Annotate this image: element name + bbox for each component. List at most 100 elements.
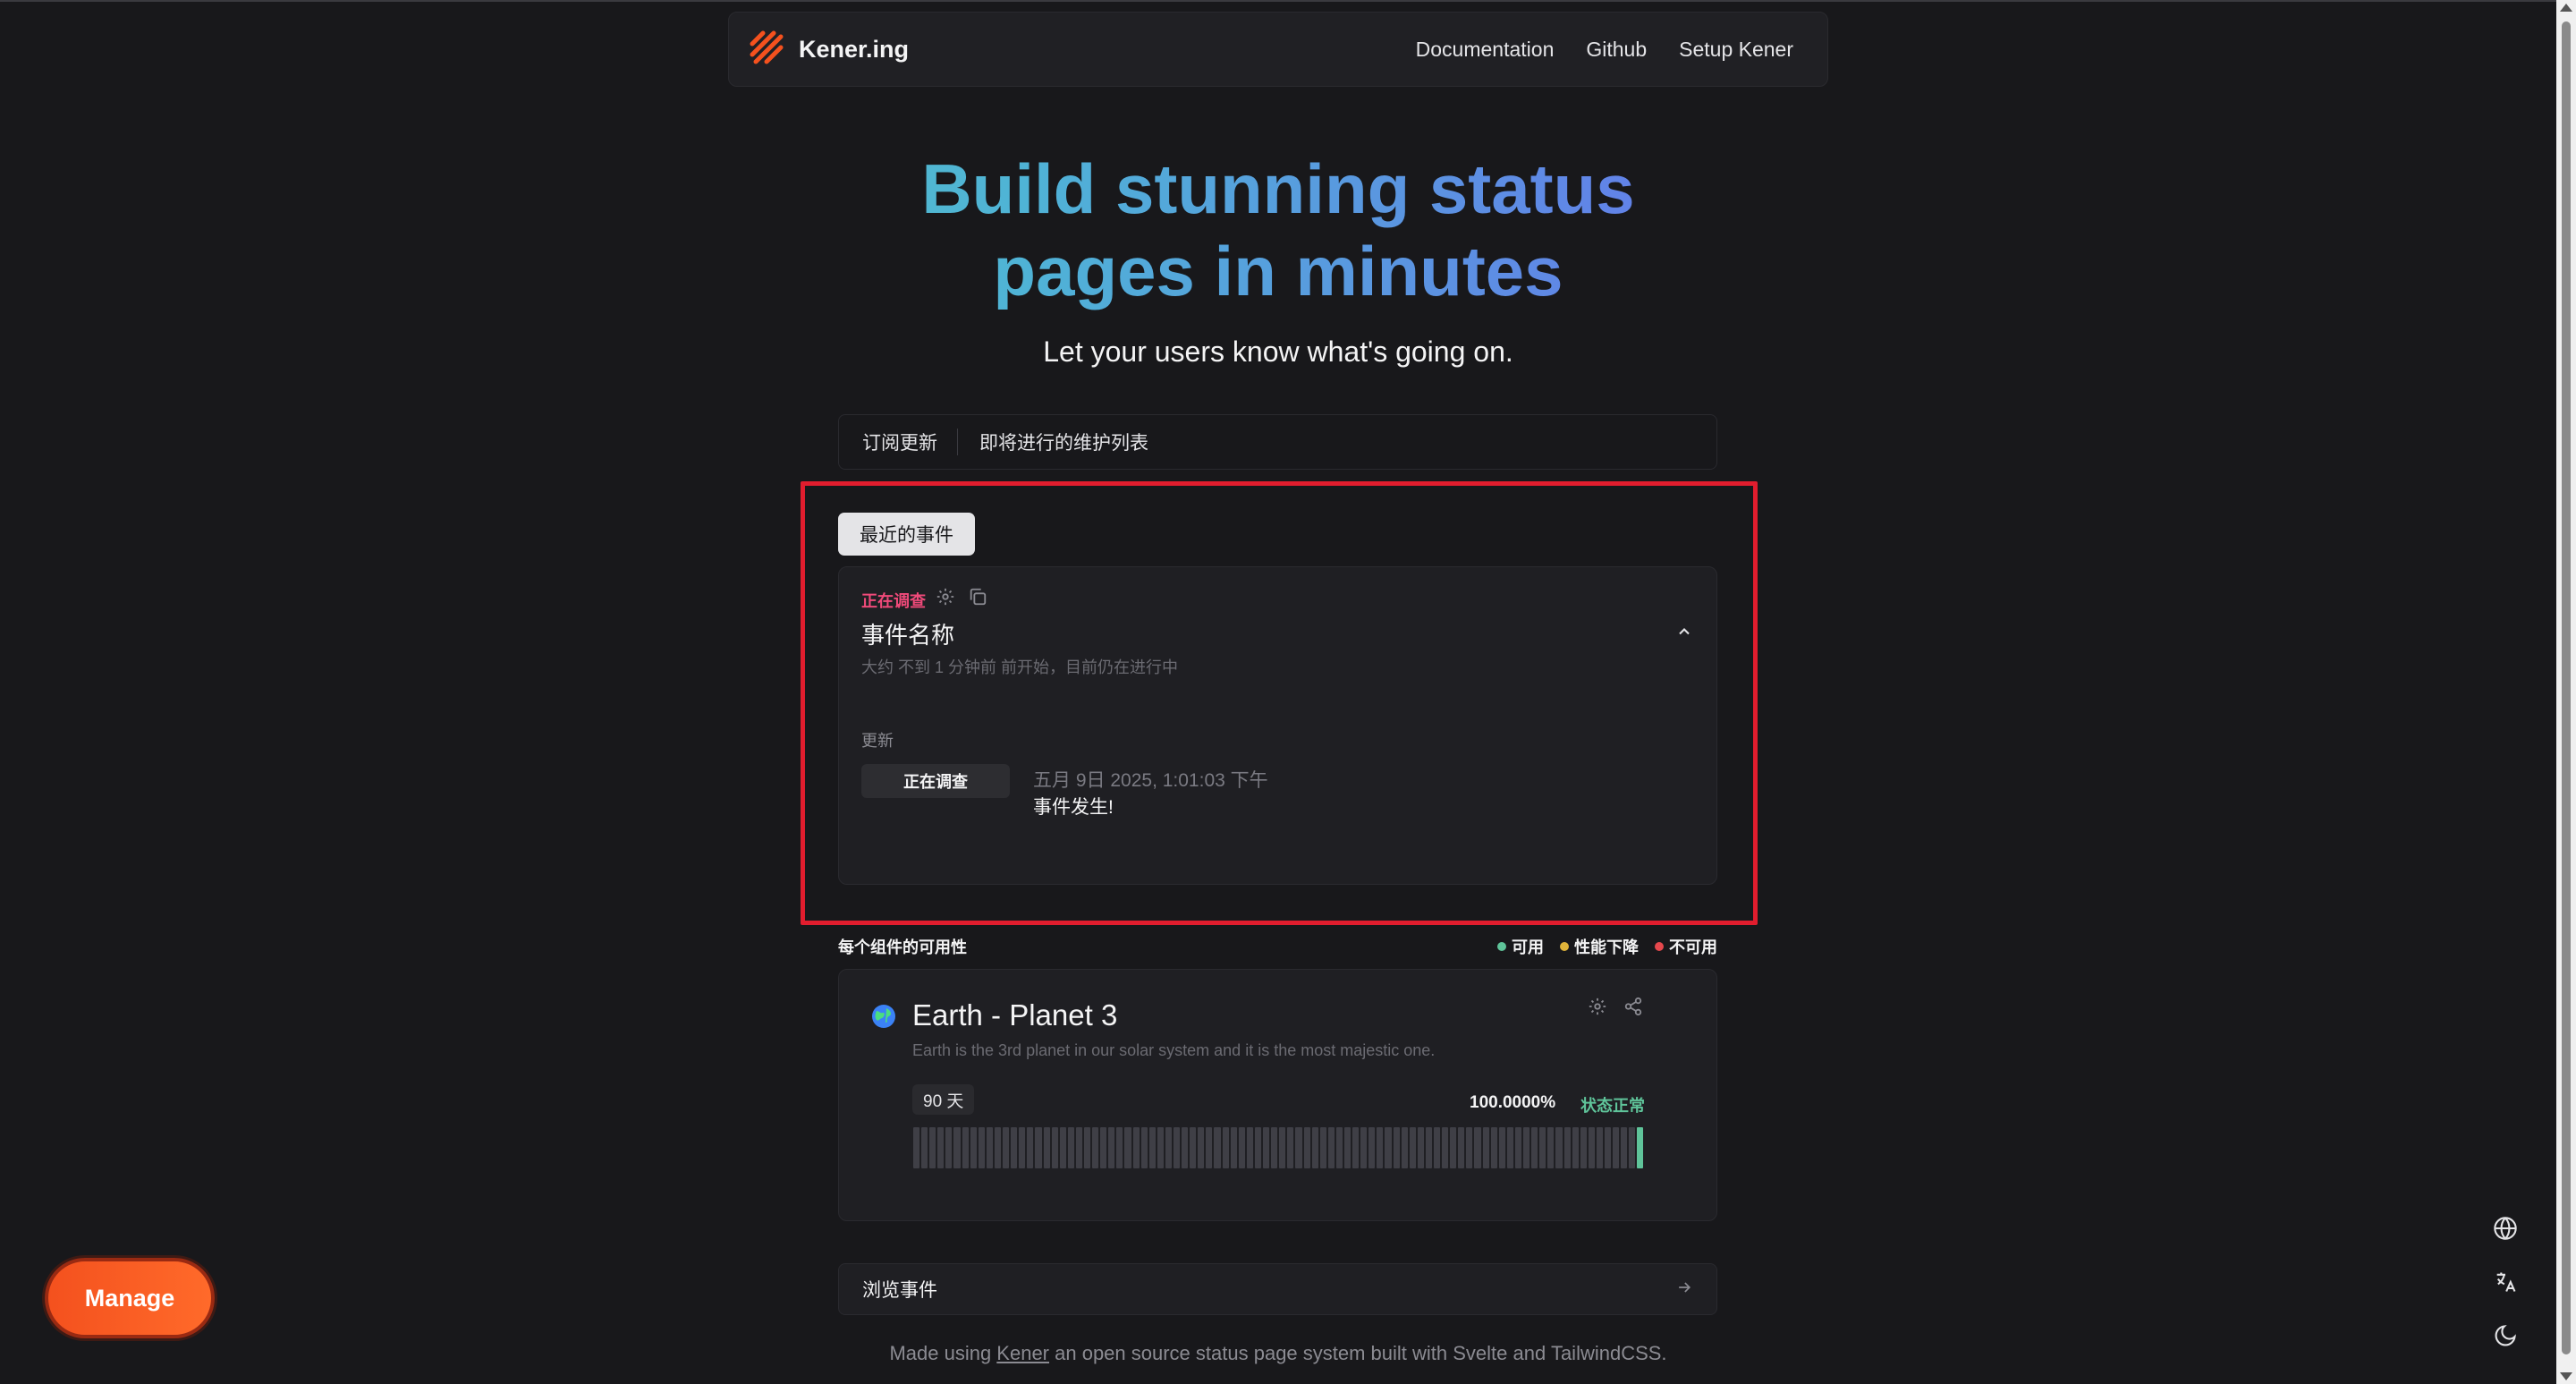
nav-link-github[interactable]: Github (1586, 38, 1647, 62)
manage-button[interactable]: Manage (45, 1258, 215, 1338)
uptime-day-bar[interactable] (962, 1127, 969, 1168)
uptime-day-bar[interactable] (1238, 1127, 1245, 1168)
uptime-day-bar[interactable] (1539, 1127, 1546, 1168)
uptime-day-bar[interactable] (1140, 1127, 1148, 1168)
uptime-day-bar[interactable] (1450, 1127, 1457, 1168)
uptime-day-bar[interactable] (1011, 1127, 1018, 1168)
uptime-day-bar[interactable] (1311, 1127, 1318, 1168)
uptime-day-bar[interactable] (1490, 1127, 1497, 1168)
uptime-day-bar[interactable] (1254, 1127, 1262, 1168)
uptime-day-bar[interactable] (1621, 1127, 1628, 1168)
brand[interactable]: Kener.ing (747, 28, 909, 72)
uptime-day-bar[interactable] (1214, 1127, 1221, 1168)
uptime-day-bar[interactable] (1613, 1127, 1620, 1168)
uptime-day-bar[interactable] (1051, 1127, 1058, 1168)
uptime-day-bar[interactable] (1003, 1127, 1010, 1168)
uptime-day-bar[interactable] (1108, 1127, 1115, 1168)
uptime-day-bar[interactable] (1417, 1127, 1424, 1168)
uptime-day-bar[interactable] (1303, 1127, 1310, 1168)
uptime-day-bar[interactable] (937, 1127, 945, 1168)
range-selector[interactable]: 90 天 (912, 1084, 975, 1115)
uptime-day-bar[interactable] (1629, 1127, 1636, 1168)
uptime-day-bar[interactable] (1555, 1127, 1563, 1168)
uptime-day-bar[interactable] (1434, 1127, 1441, 1168)
uptime-day-bar[interactable] (1083, 1127, 1091, 1168)
uptime-day-bar[interactable] (1124, 1127, 1131, 1168)
uptime-day-bar[interactable] (1409, 1127, 1416, 1168)
uptime-day-bar[interactable] (1531, 1127, 1538, 1168)
uptime-day-bar[interactable] (1368, 1127, 1376, 1168)
uptime-day-bar[interactable] (1393, 1127, 1400, 1168)
uptime-day-bar[interactable] (1157, 1127, 1164, 1168)
moon-icon[interactable] (2492, 1322, 2519, 1349)
uptime-day-bar[interactable] (1132, 1127, 1140, 1168)
uptime-day-bar[interactable] (1335, 1127, 1343, 1168)
uptime-day-bar[interactable] (1075, 1127, 1082, 1168)
uptime-day-bar[interactable] (1572, 1127, 1579, 1168)
uptime-day-bar[interactable] (1442, 1127, 1449, 1168)
uptime-day-bar[interactable] (913, 1127, 920, 1168)
uptime-day-bar[interactable] (1279, 1127, 1286, 1168)
nav-link-setup-kener[interactable]: Setup Kener (1679, 38, 1793, 62)
uptime-day-bar[interactable] (978, 1127, 985, 1168)
uptime-day-bar[interactable] (1263, 1127, 1270, 1168)
translate-icon[interactable] (2492, 1269, 2519, 1295)
uptime-day-bar[interactable] (1222, 1127, 1229, 1168)
uptime-day-bar[interactable] (1092, 1127, 1099, 1168)
uptime-day-bar[interactable] (1067, 1127, 1074, 1168)
uptime-day-bar[interactable] (1360, 1127, 1368, 1168)
uptime-day-bar[interactable] (1198, 1127, 1205, 1168)
uptime-day-bar[interactable] (1035, 1127, 1042, 1168)
uptime-day-bar[interactable] (1319, 1127, 1326, 1168)
uptime-day-bar[interactable] (945, 1127, 953, 1168)
uptime-day-bar[interactable] (1271, 1127, 1278, 1168)
gear-icon[interactable] (1588, 997, 1607, 1021)
uptime-day-bar[interactable] (1148, 1127, 1156, 1168)
uptime-day-bar[interactable] (1019, 1127, 1026, 1168)
uptime-day-bar[interactable] (1182, 1127, 1189, 1168)
uptime-day-bar[interactable] (1506, 1127, 1513, 1168)
browse-events-button[interactable]: 浏览事件 (838, 1263, 1717, 1315)
globe-icon[interactable] (2492, 1215, 2519, 1242)
uptime-day-bar[interactable] (1401, 1127, 1408, 1168)
uptime-day-bar[interactable] (1637, 1127, 1644, 1168)
uptime-day-bar[interactable] (1466, 1127, 1473, 1168)
uptime-day-bar[interactable] (1425, 1127, 1432, 1168)
tab-subscribe[interactable]: 订阅更新 (862, 429, 957, 455)
uptime-day-bar[interactable] (1116, 1127, 1123, 1168)
uptime-day-bar[interactable] (1043, 1127, 1050, 1168)
uptime-day-bar[interactable] (1514, 1127, 1522, 1168)
copy-icon[interactable] (968, 587, 987, 611)
share-icon[interactable] (1623, 997, 1643, 1021)
uptime-day-bar[interactable] (1588, 1127, 1595, 1168)
uptime-day-bar[interactable] (1604, 1127, 1612, 1168)
uptime-day-bar[interactable] (1287, 1127, 1294, 1168)
uptime-day-bar[interactable] (921, 1127, 928, 1168)
uptime-day-bar[interactable] (1230, 1127, 1237, 1168)
uptime-day-bar[interactable] (970, 1127, 977, 1168)
uptime-day-bar[interactable] (1377, 1127, 1384, 1168)
scroll-thumb[interactable] (2562, 21, 2571, 1354)
scroll-up-icon[interactable] (2560, 4, 2572, 12)
nav-link-documentation[interactable]: Documentation (1416, 38, 1555, 62)
uptime-day-bar[interactable] (1482, 1127, 1489, 1168)
scrollbar[interactable] (2556, 0, 2576, 1384)
uptime-day-bar[interactable] (1190, 1127, 1197, 1168)
uptime-day-bar[interactable] (1174, 1127, 1181, 1168)
uptime-day-bar[interactable] (1352, 1127, 1360, 1168)
uptime-day-bar[interactable] (1327, 1127, 1335, 1168)
uptime-day-bar[interactable] (994, 1127, 1002, 1168)
uptime-day-bar[interactable] (1343, 1127, 1352, 1168)
uptime-day-bar[interactable] (1059, 1127, 1066, 1168)
uptime-day-bar[interactable] (1385, 1127, 1392, 1168)
uptime-day-bar[interactable] (1165, 1127, 1172, 1168)
tab-maintenance[interactable]: 即将进行的维护列表 (957, 429, 1168, 455)
uptime-day-bar[interactable] (1547, 1127, 1555, 1168)
uptime-day-bar[interactable] (1295, 1127, 1302, 1168)
uptime-day-bar[interactable] (1027, 1127, 1034, 1168)
uptime-day-bar[interactable] (1596, 1127, 1603, 1168)
uptime-day-bar[interactable] (1458, 1127, 1465, 1168)
uptime-day-bar[interactable] (1498, 1127, 1505, 1168)
recent-incidents-chip[interactable]: 最近的事件 (838, 513, 975, 556)
uptime-day-bar[interactable] (1563, 1127, 1571, 1168)
